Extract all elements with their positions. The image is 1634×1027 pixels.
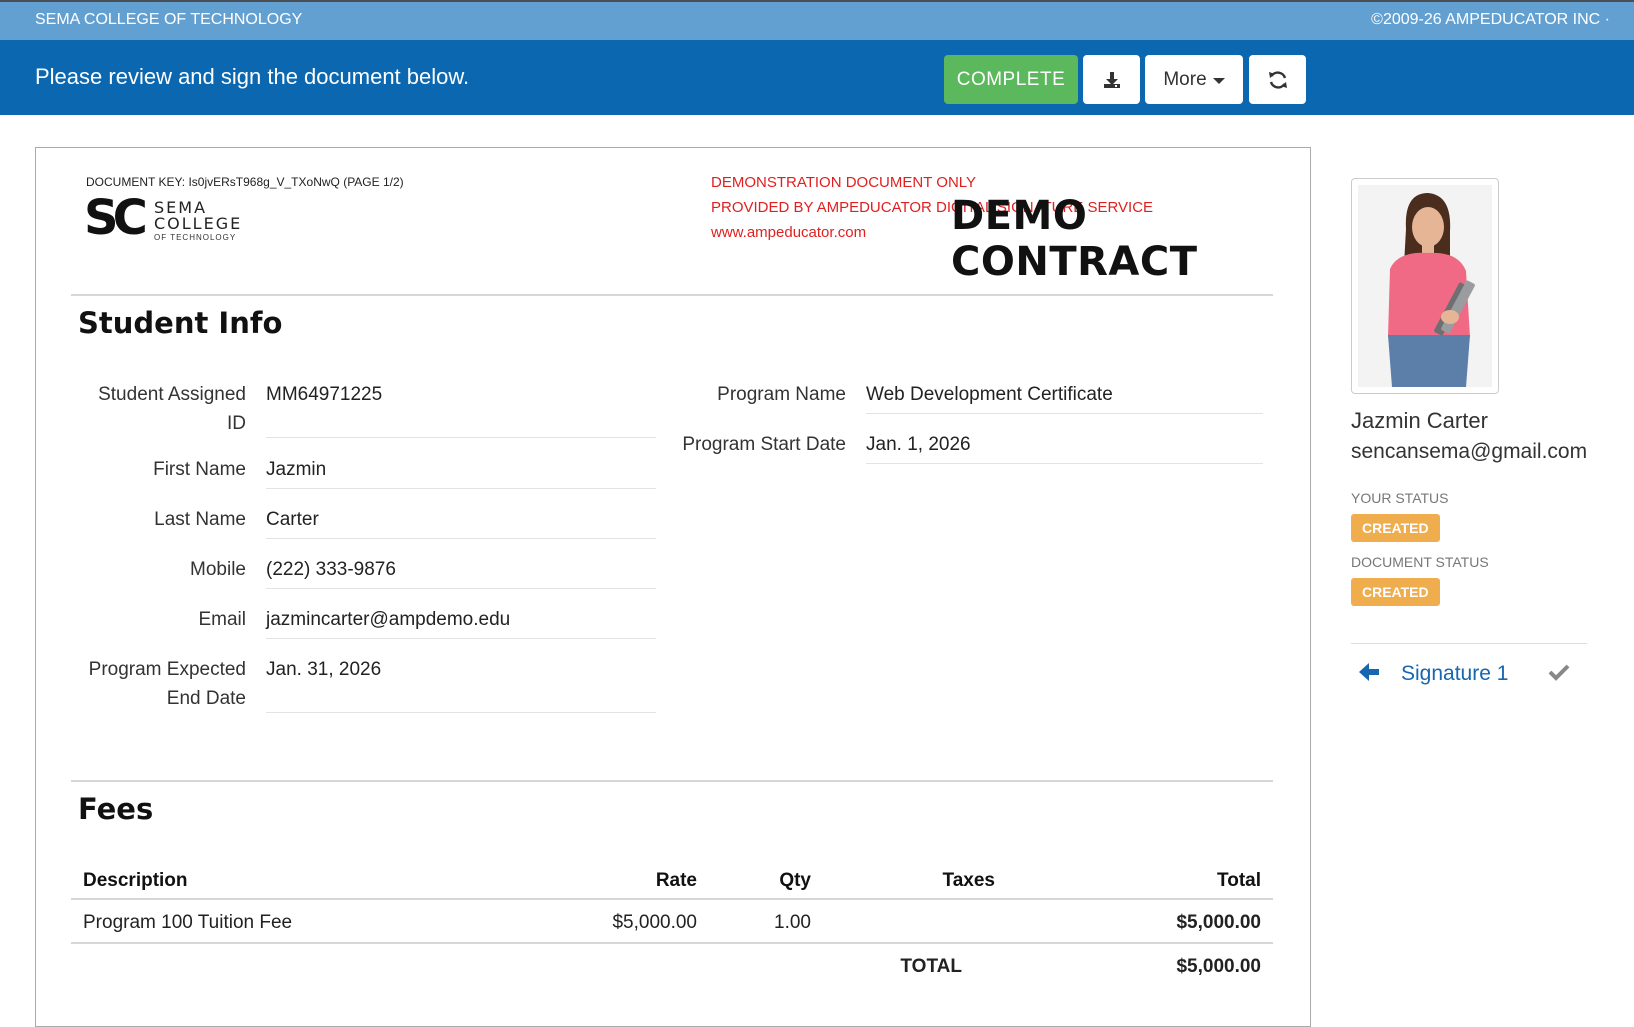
more-dropdown-button[interactable]: More bbox=[1145, 55, 1243, 104]
demo-line: DEMONSTRATION DOCUMENT ONLY bbox=[711, 174, 977, 191]
refresh-icon bbox=[1268, 70, 1287, 89]
signature-link[interactable]: Signature 1 bbox=[1401, 662, 1508, 686]
mobile-value[interactable]: (222) 333-9876 bbox=[266, 555, 656, 589]
email-value[interactable]: jazmincarter@ampdemo.edu bbox=[266, 605, 656, 639]
last-name-value[interactable]: Carter bbox=[266, 505, 656, 539]
field-label: Student Assigned ID bbox=[98, 384, 246, 434]
copyright: ©2009-26 AMPEDUCATOR INC · bbox=[1371, 11, 1610, 28]
logo-line-2: COLLEGE bbox=[154, 214, 243, 233]
logo-mark: SC bbox=[84, 190, 148, 246]
caret-down-icon bbox=[1212, 77, 1225, 84]
check-icon bbox=[1548, 664, 1570, 681]
field-label: Email bbox=[198, 609, 246, 630]
fees-table: Description Rate Qty Taxes Total Program… bbox=[71, 860, 1273, 986]
divider bbox=[71, 780, 1273, 782]
divider bbox=[71, 294, 1273, 296]
total-label: TOTAL bbox=[900, 956, 962, 977]
fee-rate: $5,000.00 bbox=[575, 899, 709, 944]
column-header: Rate bbox=[575, 860, 709, 900]
field-label: Mobile bbox=[190, 559, 246, 580]
first-name-value[interactable]: Jazmin bbox=[266, 455, 656, 489]
more-label: More bbox=[1163, 68, 1207, 90]
review-message: Please review and sign the document belo… bbox=[35, 64, 470, 89]
program-name-value[interactable]: Web Development Certificate bbox=[866, 380, 1263, 414]
college-logo: SC SEMA COLLEGE OF TECHNOLOGY bbox=[84, 190, 254, 248]
table-header-row: Description Rate Qty Taxes Total bbox=[71, 860, 1273, 900]
fee-taxes bbox=[823, 899, 1007, 944]
logo-line-3: OF TECHNOLOGY bbox=[154, 233, 237, 242]
field-label: Program Name bbox=[717, 384, 846, 405]
document-status-badge: CREATED bbox=[1351, 578, 1440, 606]
document-title: DEMO CONTRACT bbox=[951, 193, 1198, 285]
download-icon bbox=[1103, 71, 1120, 88]
column-header: Description bbox=[71, 860, 575, 900]
column-header: Taxes bbox=[823, 860, 1007, 900]
your-status-badge: CREATED bbox=[1351, 514, 1440, 542]
student-info-heading: Student Info bbox=[78, 306, 283, 340]
column-header: Qty bbox=[709, 860, 823, 900]
signature-field-row[interactable]: Signature 1 bbox=[1351, 654, 1587, 698]
total-value: $5,000.00 bbox=[1176, 956, 1261, 977]
document-status-label: DOCUMENT STATUS bbox=[1351, 554, 1489, 570]
signer-name: Jazmin Carter bbox=[1351, 408, 1488, 433]
org-name: SEMA COLLEGE OF TECHNOLOGY bbox=[35, 11, 303, 28]
student-id-value[interactable]: MM64971225 bbox=[266, 380, 656, 438]
download-button[interactable] bbox=[1083, 55, 1140, 104]
signer-email: sencansema@gmail.com bbox=[1351, 440, 1588, 463]
document-page: DOCUMENT KEY: Is0jvERsT968g_V_TXoNwQ (PA… bbox=[35, 147, 1311, 1027]
end-date-value[interactable]: Jan. 31, 2026 bbox=[266, 655, 656, 713]
refresh-button[interactable] bbox=[1249, 55, 1306, 104]
total-row: TOTAL $5,000.00 bbox=[71, 943, 1273, 986]
document-key: DOCUMENT KEY: Is0jvERsT968g_V_TXoNwQ (PA… bbox=[86, 175, 404, 189]
fee-qty: 1.00 bbox=[709, 899, 823, 944]
fee-description: Program 100 Tuition Fee bbox=[71, 899, 575, 944]
action-bar: Please review and sign the document belo… bbox=[0, 40, 1634, 115]
arrow-left-icon[interactable] bbox=[1357, 660, 1381, 684]
start-date-value[interactable]: Jan. 1, 2026 bbox=[866, 430, 1263, 464]
top-bar: SEMA COLLEGE OF TECHNOLOGY ©2009-26 AMPE… bbox=[0, 0, 1634, 40]
field-label: First Name bbox=[153, 459, 246, 480]
signer-photo bbox=[1351, 178, 1499, 394]
sidebar-divider bbox=[1351, 643, 1587, 644]
field-label: Program Expected End Date bbox=[88, 659, 246, 709]
table-row: Program 100 Tuition Fee $5,000.00 1.00 $… bbox=[71, 899, 1273, 944]
signer-photo-image bbox=[1358, 185, 1492, 387]
field-label: Program Start Date bbox=[682, 434, 846, 455]
your-status-label: YOUR STATUS bbox=[1351, 490, 1449, 506]
column-header: Total bbox=[1007, 860, 1273, 900]
complete-button[interactable]: COMPLETE bbox=[944, 55, 1078, 104]
fees-heading: Fees bbox=[78, 792, 154, 826]
field-label: Last Name bbox=[154, 509, 246, 530]
fee-total: $5,000.00 bbox=[1007, 899, 1273, 944]
